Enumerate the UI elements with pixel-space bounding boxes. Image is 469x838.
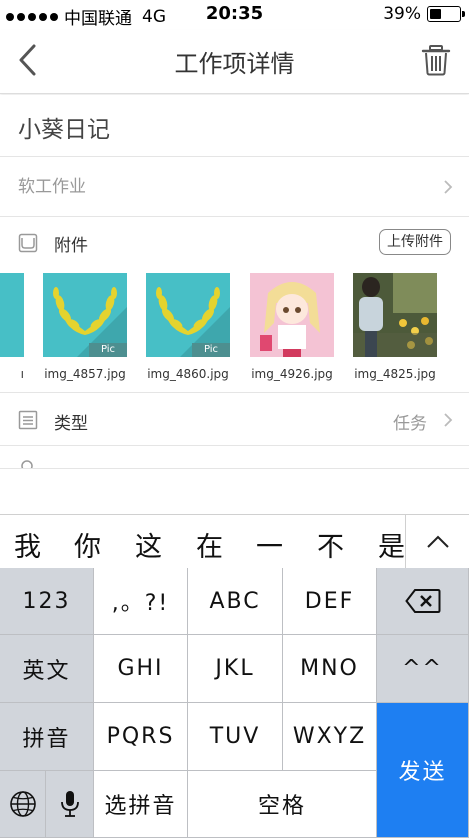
pic-badge: Pic [192,343,230,357]
key-pinyin[interactable]: 拼音 [0,703,94,771]
candidate-word[interactable]: 我 [14,525,41,564]
chevron-right-icon [444,413,453,427]
key-def[interactable]: DEF [283,568,377,635]
type-value: 任务 [393,414,427,434]
key-wxyz[interactable]: WXYZ [283,703,377,771]
laurel-image: Pic [146,273,230,357]
partial-row[interactable] [0,446,469,468]
microphone-key[interactable] [46,771,94,838]
key-tuv[interactable]: TUV [188,703,283,771]
key-pqrs[interactable]: PQRS [94,703,188,771]
list-icon [18,410,38,430]
course-row[interactable]: 软工作业 [0,157,469,217]
battery-info: 39% [383,4,465,24]
chevron-right-icon [444,180,453,194]
key-english[interactable]: 英文 [0,635,94,703]
attachment-thumb[interactable]: Pic img_4860.jpg [146,273,230,381]
item-title-row[interactable]: 小葵日记 [0,95,469,157]
candidate-word[interactable]: 一 [256,525,283,564]
key-ghi[interactable]: GHI [94,635,188,703]
chevron-up-icon [427,535,449,548]
keyboard: 123 ,。?! ABC DEF 英文 GHI JKL MNO ^^ 拼音 PQ… [0,568,469,838]
attachment-name: img_4860.jpg [147,367,229,381]
attachment-name: img_4926.jpg [251,367,333,381]
item-title: 小葵日记 [18,117,110,143]
battery-percent: 39% [383,4,421,24]
attachment-name: img_4857.jpg [44,367,126,381]
delete-button[interactable] [421,44,451,76]
laurel-image [0,273,24,357]
laurel-image: Pic [43,273,127,357]
pic-badge: Pic [89,343,127,357]
attachment-icon [18,233,38,253]
key-jkl[interactable]: JKL [188,635,283,703]
expand-candidates-button[interactable] [405,515,469,569]
key-emoticon[interactable]: ^^ [377,635,469,703]
battery-icon [427,6,465,22]
backspace-key[interactable] [377,568,469,635]
key-select-pinyin[interactable]: 选拼音 [94,771,188,838]
attachment-thumb[interactable]: img_4825.jpg [353,273,437,381]
anime-image [250,273,334,357]
nav-bar: 工作项详情 [0,30,469,94]
ime-candidate-bar: 我 你 这 在 一 不 是 [0,514,469,569]
attachment-thumb[interactable]: img_4926.jpg [250,273,334,381]
trash-icon [421,45,451,76]
backspace-icon [404,589,440,613]
key-abc[interactable]: ABC [188,568,283,635]
type-label: 类型 [54,414,88,434]
attachment-list: ı Pic img_4857.jpg Pic img_4860.jpg img_… [0,273,469,383]
key-numbers[interactable]: 123 [0,568,94,635]
candidate-word[interactable]: 这 [135,525,162,564]
status-bar: 中国联通 4G 20:35 39% [0,0,469,30]
attachment-name: img_4825.jpg [354,367,436,381]
send-key[interactable]: 发送 [377,703,469,838]
candidate-word[interactable]: 是 [378,525,405,564]
candidate-word[interactable]: 你 [74,525,101,564]
person-icon [21,460,33,468]
key-mno[interactable]: MNO [283,635,377,703]
type-row[interactable]: 类型 任务 [0,394,469,446]
content-background [0,468,469,514]
space-key[interactable]: 空格 [188,771,377,838]
attachments-label: 附件 [54,236,88,256]
globe-icon [9,791,36,817]
candidate-word[interactable]: 不 [317,525,344,564]
photo-image [353,273,437,357]
microphone-icon [60,791,79,817]
attachments-section: 附件 上传附件 ı Pic img_4857.jpg Pic img_4860.… [0,217,469,393]
key-punctuation[interactable]: ,。?! [94,568,188,635]
course-name: 软工作业 [18,177,86,197]
globe-key[interactable] [0,771,46,838]
upload-attachment-button[interactable]: 上传附件 [379,229,451,255]
attachment-thumb-partial[interactable]: ı [0,273,24,381]
page-title: 工作项详情 [174,50,295,78]
attachment-thumb[interactable]: Pic img_4857.jpg [43,273,127,381]
candidate-word[interactable]: 在 [196,525,223,564]
